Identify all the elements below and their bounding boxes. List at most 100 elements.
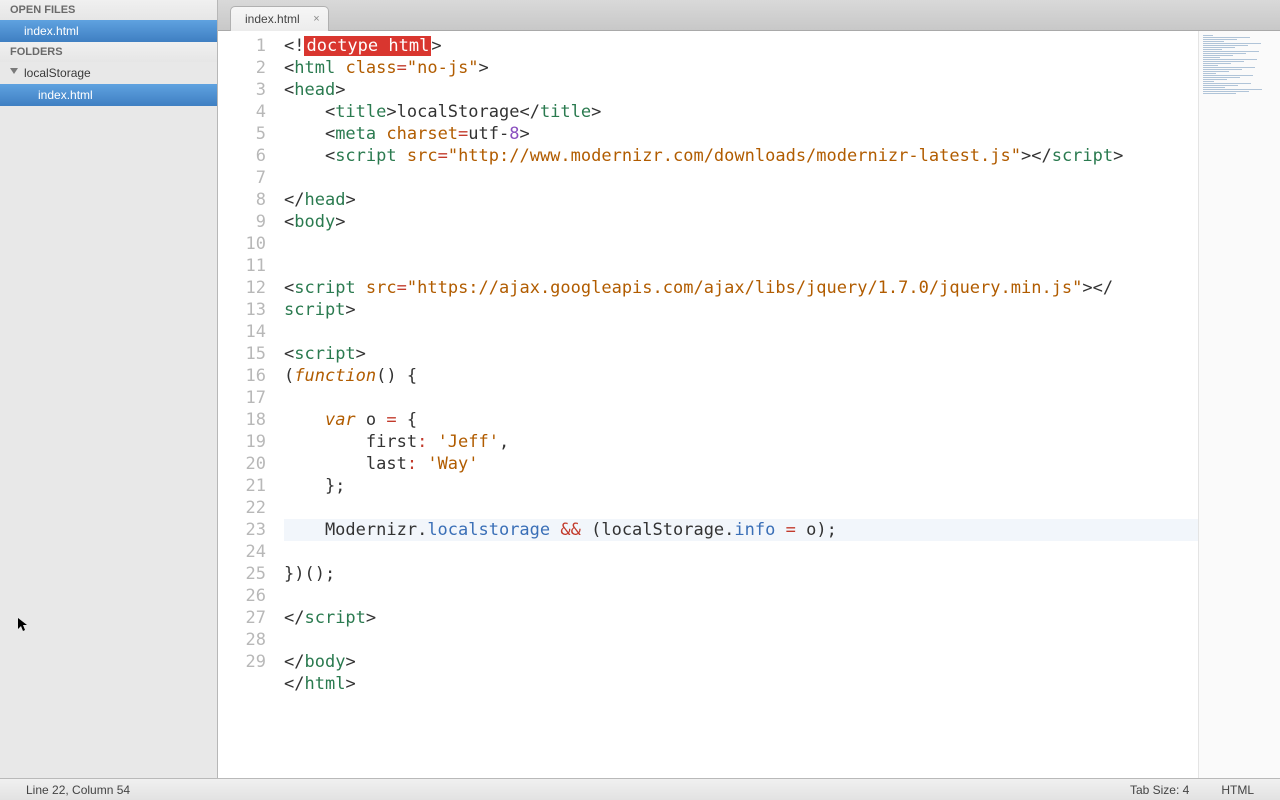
code-line[interactable]: <body> bbox=[284, 211, 1198, 233]
editor-main: index.html× 1234567891011121314151617181… bbox=[218, 0, 1280, 778]
close-icon[interactable]: × bbox=[313, 13, 319, 25]
line-number: 9 bbox=[218, 211, 266, 233]
editor-tab[interactable]: index.html × bbox=[230, 6, 329, 31]
line-number: 17 bbox=[218, 387, 266, 409]
minimap-line bbox=[1203, 63, 1231, 64]
code-line[interactable] bbox=[284, 233, 1198, 255]
code-line[interactable]: first: 'Jeff', bbox=[284, 431, 1198, 453]
line-number: 20 bbox=[218, 453, 266, 475]
sidebar: OPEN FILES index.html FOLDERS localStora… bbox=[0, 0, 218, 778]
line-number: 11 bbox=[218, 255, 266, 277]
code-line[interactable]: <!doctype html> bbox=[284, 35, 1198, 57]
minimap-line bbox=[1203, 35, 1213, 36]
open-files-header: OPEN FILES bbox=[0, 0, 217, 20]
minimap-line bbox=[1203, 85, 1238, 86]
code-line[interactable] bbox=[284, 541, 1198, 563]
code-line[interactable] bbox=[284, 387, 1198, 409]
minimap-line bbox=[1203, 87, 1225, 88]
line-number: 12 bbox=[218, 277, 266, 299]
code-line[interactable]: Modernizr.localstorage && (localStorage.… bbox=[284, 519, 1198, 541]
code-line[interactable]: <head> bbox=[284, 79, 1198, 101]
minimap-line bbox=[1203, 45, 1248, 46]
minimap-line bbox=[1203, 89, 1262, 90]
line-number-gutter: 1234567891011121314151617181920212223242… bbox=[218, 31, 276, 778]
minimap-line bbox=[1203, 77, 1240, 78]
minimap-line bbox=[1203, 71, 1229, 72]
code-area[interactable]: <!doctype html><html class="no-js"><head… bbox=[276, 31, 1198, 778]
tab-bar: index.html × bbox=[218, 0, 1280, 31]
minimap-line bbox=[1203, 57, 1220, 58]
editor[interactable]: 1234567891011121314151617181920212223242… bbox=[218, 31, 1280, 778]
code-line[interactable]: </body> bbox=[284, 651, 1198, 673]
line-number: 23 bbox=[218, 519, 266, 541]
disclosure-triangle-icon[interactable] bbox=[10, 68, 18, 74]
line-number: 16 bbox=[218, 365, 266, 387]
code-line[interactable]: <html class="no-js"> bbox=[284, 57, 1198, 79]
minimap-line bbox=[1203, 43, 1261, 44]
app-root: OPEN FILES index.html FOLDERS localStora… bbox=[0, 0, 1280, 778]
folders-header: FOLDERS bbox=[0, 42, 217, 62]
line-number: 29 bbox=[218, 651, 266, 673]
minimap-line bbox=[1203, 69, 1242, 70]
code-line[interactable]: <meta charset=utf-8> bbox=[284, 123, 1198, 145]
line-number: 6 bbox=[218, 145, 266, 167]
code-line[interactable] bbox=[284, 255, 1198, 277]
minimap-line bbox=[1203, 37, 1250, 38]
code-line[interactable]: }; bbox=[284, 475, 1198, 497]
line-number: 24 bbox=[218, 541, 266, 563]
minimap-line bbox=[1203, 59, 1257, 60]
line-number: 2 bbox=[218, 57, 266, 79]
code-line[interactable]: last: 'Way' bbox=[284, 453, 1198, 475]
line-number: 4 bbox=[218, 101, 266, 123]
folder-item[interactable]: localStorage bbox=[0, 62, 217, 84]
minimap-line bbox=[1203, 51, 1259, 52]
tab-label: index.html bbox=[245, 12, 300, 26]
code-line[interactable] bbox=[284, 167, 1198, 189]
line-number: 27 bbox=[218, 607, 266, 629]
line-number: 13 bbox=[218, 299, 266, 321]
open-file-item[interactable]: index.html bbox=[0, 20, 217, 42]
code-line[interactable]: (function() { bbox=[284, 365, 1198, 387]
minimap-line bbox=[1203, 67, 1255, 68]
status-cursor-position[interactable]: Line 22, Column 54 bbox=[10, 783, 146, 797]
minimap-line bbox=[1203, 55, 1233, 56]
minimap-line bbox=[1203, 41, 1224, 42]
code-line[interactable]: <title>localStorage</title> bbox=[284, 101, 1198, 123]
minimap-line bbox=[1203, 79, 1227, 80]
minimap-line bbox=[1203, 81, 1214, 82]
code-line[interactable]: <script src="https://ajax.googleapis.com… bbox=[284, 277, 1198, 299]
minimap[interactable] bbox=[1198, 31, 1280, 778]
minimap-line bbox=[1203, 49, 1222, 50]
line-number: 22 bbox=[218, 497, 266, 519]
code-line[interactable]: script> bbox=[284, 299, 1198, 321]
line-number: 26 bbox=[218, 585, 266, 607]
code-line[interactable]: <script> bbox=[284, 343, 1198, 365]
line-number: 25 bbox=[218, 563, 266, 585]
code-line[interactable] bbox=[284, 585, 1198, 607]
line-number: 10 bbox=[218, 233, 266, 255]
minimap-line bbox=[1203, 75, 1253, 76]
minimap-line bbox=[1203, 53, 1246, 54]
folder-file-item[interactable]: index.html bbox=[0, 84, 217, 106]
line-number: 14 bbox=[218, 321, 266, 343]
minimap-line bbox=[1203, 93, 1236, 94]
code-line[interactable]: })(); bbox=[284, 563, 1198, 585]
line-number: 18 bbox=[218, 409, 266, 431]
minimap-line bbox=[1203, 39, 1237, 40]
minimap-line bbox=[1203, 83, 1251, 84]
minimap-line bbox=[1203, 47, 1235, 48]
code-line[interactable] bbox=[284, 497, 1198, 519]
status-tab-size[interactable]: Tab Size: 4 bbox=[1114, 783, 1205, 797]
status-syntax[interactable]: HTML bbox=[1205, 783, 1270, 797]
code-line[interactable] bbox=[284, 321, 1198, 343]
code-line[interactable]: </html> bbox=[284, 673, 1198, 695]
code-line[interactable]: </script> bbox=[284, 607, 1198, 629]
code-line[interactable] bbox=[284, 629, 1198, 651]
line-number: 3 bbox=[218, 79, 266, 101]
code-line[interactable]: var o = { bbox=[284, 409, 1198, 431]
code-line[interactable]: </head> bbox=[284, 189, 1198, 211]
status-bar: Line 22, Column 54 Tab Size: 4 HTML bbox=[0, 778, 1280, 800]
folder-label: localStorage bbox=[24, 66, 91, 80]
line-number: 8 bbox=[218, 189, 266, 211]
code-line[interactable]: <script src="http://www.modernizr.com/do… bbox=[284, 145, 1198, 167]
